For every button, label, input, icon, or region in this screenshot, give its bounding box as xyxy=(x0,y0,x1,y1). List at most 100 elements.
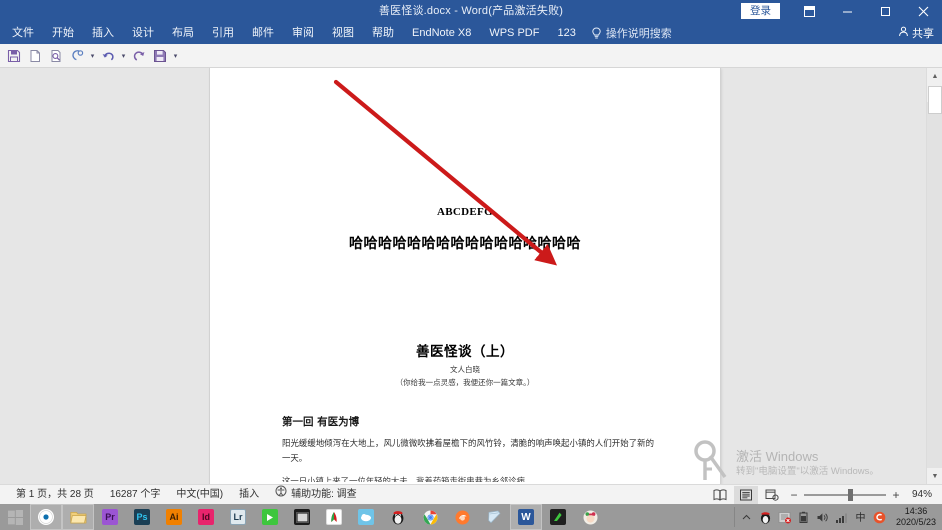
tab-review[interactable]: 审阅 xyxy=(283,22,323,44)
document-canvas: ABCDEFG 哈哈哈哈哈哈哈哈哈哈哈哈哈哈哈哈 善医怪谈（上） 文人白晓 （你… xyxy=(0,68,942,484)
tab-home[interactable]: 开始 xyxy=(43,22,83,44)
adobe-premiere-icon[interactable]: Pr xyxy=(94,504,126,530)
read-mode-view-icon[interactable] xyxy=(708,486,732,504)
show-hidden-icons-chevron[interactable] xyxy=(740,510,754,524)
save-as-icon[interactable] xyxy=(150,46,170,66)
vertical-scrollbar[interactable]: ▲ ▼ xyxy=(926,68,942,484)
tab-insert[interactable]: 插入 xyxy=(83,22,123,44)
qq-messenger-icon[interactable] xyxy=(382,504,414,530)
tab-design[interactable]: 设计 xyxy=(123,22,163,44)
doc-paragraph-1: 阳光缓缓地倾泻在大地上，风儿微微吹拂着屋檐下的风竹铃，清脆的响声唤起小镇的人们开… xyxy=(282,438,654,463)
doc-title: 善医怪谈（上） xyxy=(416,344,514,360)
redo-icon[interactable] xyxy=(129,46,149,66)
adobe-illustrator-icon[interactable]: Ai xyxy=(158,504,190,530)
person-icon xyxy=(898,26,909,40)
tab-references[interactable]: 引用 xyxy=(203,22,243,44)
quick-access-toolbar: ▾ ▾ ▾ xyxy=(0,44,942,68)
format-painter-caret-icon[interactable]: ▾ xyxy=(88,52,97,60)
ime-chinese-tray-icon[interactable]: 中 xyxy=(854,510,868,524)
watermark-text: 激活 Windows 转到"电脑设置"以激活 Windows。 xyxy=(736,448,879,479)
battery-tray-icon[interactable] xyxy=(797,510,811,524)
status-insert-mode[interactable]: 插入 xyxy=(231,485,267,505)
undo-caret-icon[interactable]: ▾ xyxy=(119,52,128,60)
word-application-window: 善医怪谈.docx - Word(产品激活失败) 登录 文件 开始 插入 设计 … xyxy=(0,0,942,530)
video-editor-icon[interactable] xyxy=(286,504,318,530)
web-layout-view-icon[interactable] xyxy=(760,486,784,504)
scrollbar-thumb[interactable] xyxy=(928,86,942,114)
start-windows-icon[interactable] xyxy=(0,504,30,530)
doc-line-abcdefg: ABCDEFG xyxy=(437,206,493,218)
microsoft-word-icon[interactable]: W xyxy=(510,504,542,530)
tab-help[interactable]: 帮助 xyxy=(363,22,403,44)
maximize-icon[interactable] xyxy=(866,0,904,22)
video-badge xyxy=(294,509,310,525)
qq-tray-icon[interactable] xyxy=(759,510,773,524)
format-painter-icon[interactable] xyxy=(67,46,87,66)
qq-penguin-badge xyxy=(390,509,406,525)
status-accessibility[interactable]: 辅助功能: 调查 xyxy=(267,485,365,505)
doc-chapter-heading: 第一回 有医为博 xyxy=(282,416,360,428)
undo-icon[interactable] xyxy=(98,46,118,66)
save-icon[interactable] xyxy=(4,46,24,66)
avatar-app-icon[interactable] xyxy=(574,504,606,530)
title-bar: 善医怪谈.docx - Word(产品激活失败) 登录 xyxy=(0,0,942,22)
word-badge: W xyxy=(518,509,534,525)
zoom-slider[interactable] xyxy=(804,486,886,504)
green-folder-icon[interactable] xyxy=(542,504,574,530)
sign-in-button[interactable]: 登录 xyxy=(741,3,780,19)
scroll-up-button[interactable]: ▲ xyxy=(927,68,942,84)
notepad-icon[interactable] xyxy=(478,504,510,530)
adobe-lightroom-icon[interactable]: Lr xyxy=(222,504,254,530)
zoom-out-button[interactable]: − xyxy=(786,486,802,504)
zoom-slider-thumb[interactable] xyxy=(848,488,853,501)
tab-file[interactable]: 文件 xyxy=(0,22,43,44)
share-button[interactable]: 共享 xyxy=(898,25,942,41)
green-app-badge xyxy=(262,509,278,525)
avatar-badge xyxy=(582,509,598,525)
security-shield-tray-icon[interactable] xyxy=(778,510,792,524)
tab-endnote-x8[interactable]: EndNote X8 xyxy=(403,22,480,44)
sogou-input-tray-icon[interactable] xyxy=(873,510,887,524)
tab-mailings[interactable]: 邮件 xyxy=(243,22,283,44)
zoom-in-button[interactable]: + xyxy=(888,486,904,504)
tab-layout[interactable]: 布局 xyxy=(163,22,203,44)
new-document-icon[interactable] xyxy=(25,46,45,66)
green-app-icon[interactable] xyxy=(254,504,286,530)
browser-app-icon[interactable] xyxy=(446,504,478,530)
tab-wps-pdf[interactable]: WPS PDF xyxy=(480,22,548,44)
taskbar-clock[interactable]: 14:36 2020/5/23 xyxy=(892,506,936,528)
print-layout-view-icon[interactable] xyxy=(734,485,758,504)
clock-date: 2020/5/23 xyxy=(895,517,936,527)
browser-badge xyxy=(454,509,470,525)
file-explorer-icon[interactable] xyxy=(62,504,94,530)
close-icon[interactable] xyxy=(904,0,942,22)
adobe-photoshop-icon[interactable]: Ps xyxy=(126,504,158,530)
tell-me-search[interactable]: 操作说明搜索 xyxy=(585,25,672,41)
cortana-search-icon[interactable] xyxy=(30,504,62,530)
zoom-slider-track xyxy=(804,493,886,496)
zoom-level-label[interactable]: 94% xyxy=(906,489,936,500)
tab-view[interactable]: 视图 xyxy=(323,22,363,44)
adobe-indesign-icon[interactable]: Id xyxy=(190,504,222,530)
pdf-reader-icon[interactable] xyxy=(318,504,350,530)
customize-qat-icon[interactable]: ▾ xyxy=(171,52,180,60)
doc-paragraph-2-clipped: 这一日小镇上来了一位年轻的大夫，背着药箱走街串巷为乡邻诊病。 xyxy=(282,476,534,482)
status-page-info[interactable]: 第 1 页，共 28 页 xyxy=(8,485,102,505)
google-chrome-icon[interactable] xyxy=(414,504,446,530)
cortana-circle xyxy=(38,509,54,525)
volume-tray-icon[interactable] xyxy=(816,510,830,524)
document-page[interactable]: ABCDEFG 哈哈哈哈哈哈哈哈哈哈哈哈哈哈哈哈 善医怪谈（上） 文人白晓 （你… xyxy=(210,68,720,484)
cloud-app-icon[interactable] xyxy=(350,504,382,530)
print-preview-icon[interactable] xyxy=(46,46,66,66)
status-bar: 第 1 页，共 28 页 16287 个字 中文(中国) 插入 辅助功能: 调查… xyxy=(0,484,942,504)
scroll-down-button[interactable]: ▼ xyxy=(927,468,942,484)
status-word-count[interactable]: 16287 个字 xyxy=(102,485,169,505)
ribbon-display-options-icon[interactable] xyxy=(790,0,828,22)
minimize-icon[interactable] xyxy=(828,0,866,22)
tray-divider xyxy=(733,507,735,527)
green-folder-badge xyxy=(550,509,566,525)
tab-123[interactable]: 123 xyxy=(548,22,584,44)
scrollbar-track[interactable] xyxy=(927,102,942,468)
status-language[interactable]: 中文(中国) xyxy=(168,485,231,505)
network-signal-tray-icon[interactable] xyxy=(835,510,849,524)
